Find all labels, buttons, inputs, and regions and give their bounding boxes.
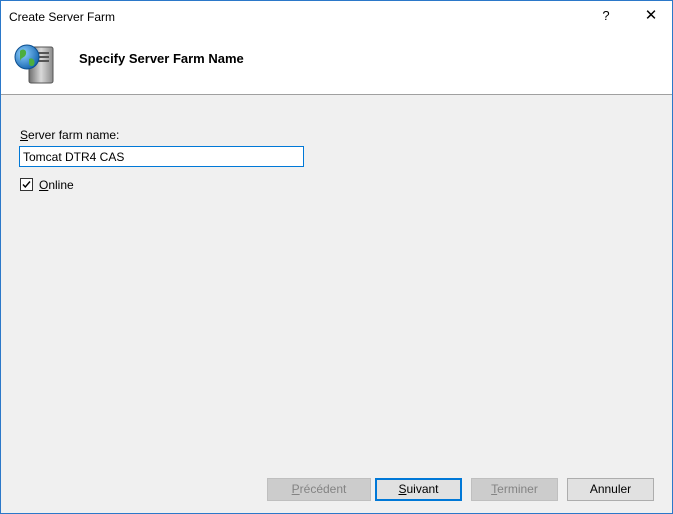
online-checkbox[interactable] [20, 178, 33, 191]
next-button[interactable]: Suivant [375, 478, 462, 501]
page-title: Specify Server Farm Name [79, 51, 244, 66]
window-title: Create Server Farm [9, 10, 116, 24]
previous-button[interactable]: Précédent [267, 478, 371, 501]
finish-button[interactable]: Terminer [471, 478, 558, 501]
cancel-button[interactable]: Annuler [567, 478, 654, 501]
server-farm-name-label: Server farm name: [20, 128, 120, 142]
help-button[interactable]: ? [591, 1, 621, 31]
wizard-header: Specify Server Farm Name [1, 31, 672, 95]
checkmark-icon [22, 181, 31, 189]
close-button[interactable]: ✕ [633, 1, 669, 31]
server-farm-name-input[interactable] [19, 146, 304, 167]
title-bar: Create Server Farm ? ✕ [1, 1, 672, 31]
create-server-farm-dialog: Create Server Farm ? ✕ Specify Server Fa… [0, 0, 673, 514]
online-label[interactable]: Online [39, 178, 74, 192]
server-globe-icon [14, 44, 54, 84]
